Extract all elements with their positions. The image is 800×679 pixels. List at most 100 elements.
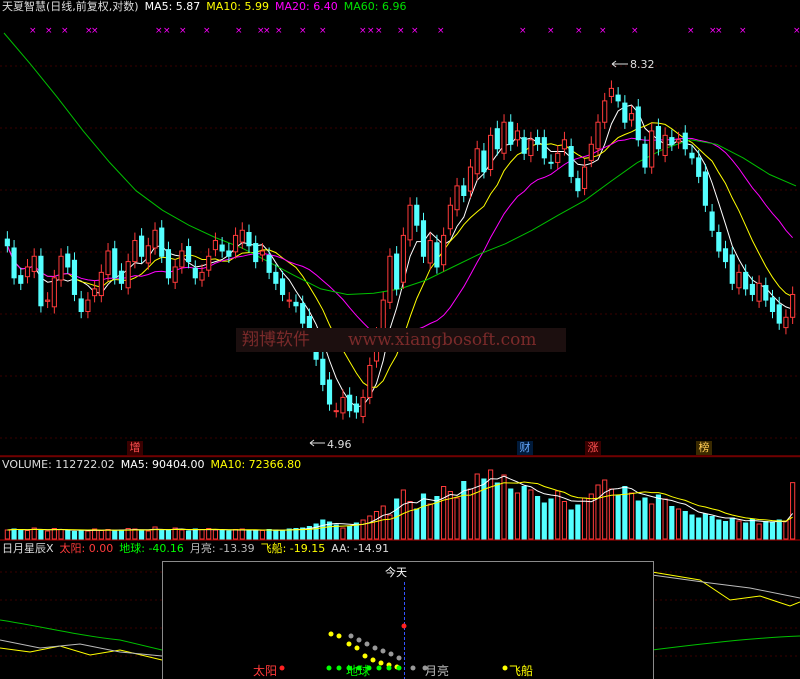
candle bbox=[662, 127, 668, 163]
tag-zeng[interactable]: 增 bbox=[127, 441, 143, 455]
volume-bar bbox=[185, 530, 192, 540]
candle-body bbox=[467, 166, 474, 192]
candle bbox=[649, 122, 655, 174]
candle-body bbox=[414, 204, 420, 226]
volume-bar bbox=[212, 529, 219, 540]
candle-body bbox=[514, 130, 521, 141]
watermark-cn: 翔博软件 bbox=[242, 330, 310, 350]
tag-cai[interactable]: 财 bbox=[517, 441, 533, 455]
volume-bar bbox=[467, 488, 474, 540]
candle-body bbox=[326, 379, 333, 405]
ship-line bbox=[651, 571, 800, 607]
candle bbox=[790, 286, 796, 325]
candle-body bbox=[407, 204, 413, 241]
signal-mark: × bbox=[547, 26, 555, 36]
volume-bar bbox=[71, 531, 78, 540]
candle bbox=[749, 276, 755, 302]
candle-body bbox=[568, 146, 574, 177]
volume-bar bbox=[561, 501, 568, 540]
earth-dot bbox=[366, 665, 372, 671]
ship-dot bbox=[336, 633, 342, 639]
volume-bar bbox=[595, 484, 601, 540]
candle bbox=[709, 203, 715, 237]
candle bbox=[561, 131, 568, 156]
volume-value: VOLUME: 112722.02 bbox=[2, 458, 115, 471]
candle bbox=[514, 122, 521, 147]
candle-body bbox=[232, 234, 239, 253]
signal-mark: × bbox=[91, 26, 99, 36]
candle-body bbox=[394, 253, 400, 290]
candle-body bbox=[608, 87, 615, 97]
ship-dot bbox=[328, 631, 334, 637]
candle bbox=[420, 212, 427, 263]
candle-body bbox=[58, 255, 64, 281]
candle bbox=[38, 248, 44, 313]
volume-bar bbox=[347, 525, 353, 540]
candle-body bbox=[246, 232, 252, 247]
volume-bar bbox=[259, 530, 265, 540]
volume-bar bbox=[535, 496, 541, 540]
security-title: 天夏智慧(日线,前复权,对数) bbox=[2, 0, 139, 13]
candle bbox=[461, 177, 467, 203]
candle-body bbox=[65, 253, 71, 268]
signal-mark: × bbox=[275, 26, 283, 36]
volume-bar bbox=[139, 530, 145, 540]
candle-body bbox=[192, 267, 198, 279]
moon-dot bbox=[388, 651, 394, 657]
candle bbox=[206, 248, 212, 277]
candle bbox=[92, 280, 98, 303]
candle bbox=[407, 197, 413, 247]
candle-body bbox=[199, 271, 205, 281]
signal-mark: × bbox=[359, 26, 367, 36]
candle-body bbox=[427, 240, 433, 264]
candle-body bbox=[595, 121, 601, 150]
volume-bar bbox=[481, 478, 487, 540]
tag-zhang[interactable]: 涨 bbox=[585, 441, 601, 455]
candle-body bbox=[4, 238, 10, 247]
volume-bar bbox=[78, 529, 84, 540]
volume-bar bbox=[548, 498, 554, 540]
volume-bar bbox=[253, 530, 259, 540]
candle bbox=[400, 227, 406, 289]
candle-body bbox=[206, 255, 212, 271]
candle bbox=[192, 260, 198, 285]
candle-body bbox=[528, 139, 534, 157]
earth-line bbox=[651, 635, 800, 651]
candle bbox=[608, 80, 615, 104]
candle bbox=[286, 292, 292, 308]
candle-body bbox=[709, 211, 715, 231]
moon-dot bbox=[372, 645, 378, 651]
moon-dot bbox=[356, 637, 362, 643]
volume-bar bbox=[575, 504, 581, 540]
candle-body bbox=[494, 128, 500, 150]
candle-body bbox=[508, 121, 514, 145]
volume-bar bbox=[628, 492, 635, 540]
volume-bar bbox=[420, 493, 427, 540]
volume-bar bbox=[414, 508, 420, 540]
candle-body bbox=[743, 271, 749, 290]
volume-ma10-line bbox=[7, 481, 793, 531]
candle-body bbox=[548, 161, 554, 164]
candle-body bbox=[179, 250, 185, 268]
candle bbox=[702, 164, 708, 212]
candle-body bbox=[85, 299, 91, 313]
candle bbox=[394, 246, 400, 296]
stock-chart-window: { "header": { "title": "天夏智慧(日线,前复权,对数)"… bbox=[0, 0, 800, 679]
candle bbox=[145, 237, 151, 270]
signal-mark: × bbox=[179, 26, 187, 36]
candle bbox=[528, 131, 534, 163]
candle bbox=[642, 136, 648, 174]
candle-body bbox=[541, 137, 547, 159]
candle-body bbox=[118, 270, 125, 284]
candle-body bbox=[689, 152, 695, 159]
candle-body bbox=[749, 283, 755, 295]
volume-bar bbox=[320, 519, 326, 540]
volume-ma5: MA5: 90404.00 bbox=[120, 458, 205, 471]
signal-markers: × × × ×× × × × × × ×× × × × × × × × × × × × × × × × ×× × × bbox=[29, 26, 800, 447]
volume-bar bbox=[722, 521, 729, 540]
volume-bar bbox=[367, 515, 373, 540]
volume-bar bbox=[514, 492, 521, 540]
candle bbox=[105, 243, 111, 282]
tag-bang[interactable]: 榜 bbox=[696, 441, 712, 455]
ship-value: 飞船: -19.15 bbox=[260, 542, 326, 555]
